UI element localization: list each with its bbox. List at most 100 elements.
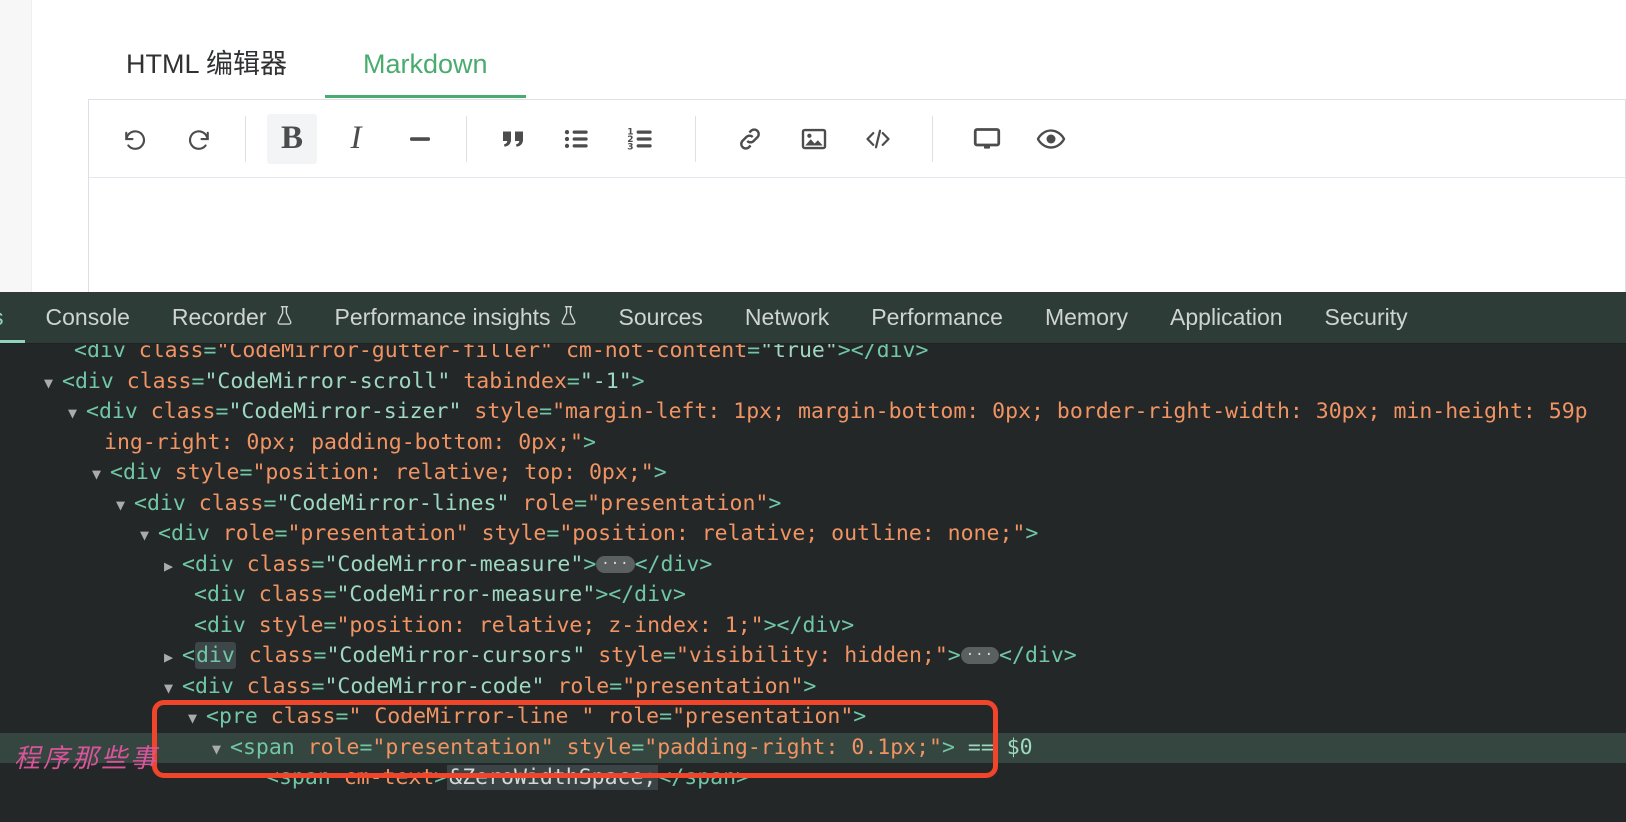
bold-icon[interactable]: B <box>267 114 317 164</box>
dom-tree-line[interactable]: <span cm-text>&ZeroWidthSpace;</span> <box>0 763 1626 794</box>
dom-space <box>258 704 271 729</box>
dom-punctuation: > <box>673 582 686 607</box>
expand-triangle-down-icon[interactable]: ▼ <box>140 520 158 551</box>
devtools-dom-tree[interactable]: <div class="CodeMirror-gutter-filler" cm… <box>0 344 1626 822</box>
dom-attribute: class <box>271 704 336 729</box>
link-icon[interactable] <box>725 114 775 164</box>
dom-attribute-value: "-1" <box>580 369 632 394</box>
dom-tree-line[interactable]: ▼<pre class=" CodeMirror-line " role="pr… <box>0 702 1626 733</box>
expand-triangle-down-icon[interactable]: ▼ <box>44 368 62 399</box>
dom-space <box>545 674 558 699</box>
devtools-tab-memory[interactable]: Memory <box>1024 292 1149 344</box>
expand-triangle-down-icon[interactable]: ▼ <box>188 703 206 734</box>
dom-tree-line[interactable]: ▼<div class="CodeMirror-scroll" tabindex… <box>0 367 1626 398</box>
dom-punctuation: </ <box>999 643 1025 668</box>
dom-punctuation: > <box>1025 521 1038 546</box>
devtools-tab-performance-insights[interactable]: Performance insights <box>314 292 598 344</box>
dom-tree-line[interactable]: ▼<div role="presentation" style="positio… <box>0 519 1626 550</box>
expand-triangle-down-icon[interactable]: ▼ <box>164 673 182 704</box>
experimental-flask-icon <box>276 304 293 332</box>
dom-punctuation: > <box>764 613 777 638</box>
code-icon[interactable] <box>853 114 903 164</box>
collapsed-content-ellipsis[interactable]: ··· <box>961 647 999 664</box>
markdown-editor-body[interactable] <box>89 178 1625 291</box>
devtools-tab-elements[interactable]: s <box>0 292 25 344</box>
dom-tag-name: div <box>171 521 210 546</box>
dom-attribute: role <box>522 491 574 516</box>
tab-html-editor[interactable]: HTML 编辑器 <box>88 51 325 98</box>
dom-tree-line[interactable]: ▼<span role="presentation" style="paddin… <box>0 733 1626 764</box>
devtools-tab-performance[interactable]: Performance <box>850 292 1024 344</box>
dom-attribute-value: "CodeMirror-measure" <box>336 582 595 607</box>
redo-icon[interactable] <box>174 114 224 164</box>
horizontal-rule-icon[interactable] <box>395 114 445 164</box>
dom-punctuation: > <box>632 369 645 394</box>
blockquote-icon[interactable] <box>488 114 538 164</box>
dom-space <box>210 521 223 546</box>
dom-punctuation: </ <box>777 613 803 638</box>
dom-tag-name: div <box>123 460 162 485</box>
devtools-tab-network[interactable]: Network <box>724 292 850 344</box>
dom-attribute-value: "CodeMirror-cursors" <box>326 643 585 668</box>
dom-tree-line[interactable]: ing-right: 0px; padding-bottom: 0px;"> <box>0 428 1626 459</box>
dom-tree-line[interactable]: <div style="position: relative; z-index:… <box>0 611 1626 642</box>
dom-tag-name: div <box>802 613 841 638</box>
dom-punctuation: < <box>74 344 87 363</box>
tab-markdown[interactable]: Markdown <box>325 51 526 98</box>
expand-triangle-down-icon[interactable]: ▼ <box>68 398 86 429</box>
collapsed-content-ellipsis[interactable]: ··· <box>596 556 634 573</box>
dom-punctuation: > <box>838 344 851 363</box>
expand-triangle-down-icon[interactable]: ▼ <box>92 459 110 490</box>
editor-tabs: HTML 编辑器Markdown <box>88 26 526 98</box>
dom-space <box>509 491 522 516</box>
dom-tree-line[interactable]: <div class="CodeMirror-measure"></div> <box>0 580 1626 611</box>
dom-attribute: "padding-right: 0.1px;" <box>644 735 942 760</box>
dom-punctuation: > <box>583 552 596 577</box>
expand-triangle-down-icon[interactable]: ▼ <box>116 490 134 521</box>
expand-triangle-down-icon[interactable]: ▼ <box>212 734 230 765</box>
dom-tree-line[interactable]: ▶<div class="CodeMirror-measure">···</di… <box>0 550 1626 581</box>
dom-punctuation: = <box>546 521 559 546</box>
dom-attribute-value: "true" <box>760 344 838 363</box>
dom-tree-line[interactable]: ▼<div class="CodeMirror-lines" role="pre… <box>0 489 1626 520</box>
italic-icon[interactable]: I <box>331 114 381 164</box>
devtools-tab-security[interactable]: Security <box>1304 292 1429 344</box>
dom-tree-line[interactable]: ▶<div class="CodeMirror-cursors" style="… <box>0 641 1626 672</box>
dom-punctuation: = <box>747 344 760 363</box>
dom-space <box>585 643 598 668</box>
dom-punctuation: = <box>659 704 672 729</box>
experimental-flask-icon <box>560 304 577 332</box>
image-icon[interactable] <box>789 114 839 164</box>
unordered-list-icon[interactable] <box>552 114 602 164</box>
dom-tree-line[interactable]: <div class="CodeMirror-gutter-filler" cm… <box>0 344 1626 367</box>
dom-attribute: style <box>598 643 663 668</box>
devtools-tabbar: sConsoleRecorderPerformance insightsSour… <box>0 292 1626 344</box>
expand-triangle-right-icon[interactable]: ▶ <box>164 551 182 582</box>
dom-space <box>553 344 566 363</box>
dom-attribute: class <box>139 344 204 363</box>
dom-punctuation: = <box>631 735 644 760</box>
dom-tree-line[interactable]: ▼<div class="CodeMirror-sizer" style="ma… <box>0 397 1626 428</box>
selected-element-marker: == $0 <box>968 735 1033 760</box>
expand-triangle-right-icon[interactable]: ▶ <box>164 642 182 673</box>
dom-attribute: "presentation" <box>672 704 853 729</box>
undo-icon[interactable] <box>110 114 160 164</box>
dom-tree-line[interactable]: ▼<div class="CodeMirror-code" role="pres… <box>0 672 1626 703</box>
devtools-tab-label: Network <box>745 304 829 331</box>
dom-attribute: class <box>127 369 192 394</box>
dom-attribute: "margin-left: 1px; margin-bottom: 0px; b… <box>552 399 1588 424</box>
dom-space <box>955 735 968 760</box>
dom-attribute: cm-text <box>344 765 435 790</box>
screenshot-root: HTML 编辑器Markdown BI123 sConsoleRecorderP… <box>0 0 1626 822</box>
dom-punctuation: </ <box>658 765 684 790</box>
fullscreen-monitor-icon[interactable] <box>962 114 1012 164</box>
preview-eye-icon[interactable] <box>1026 114 1076 164</box>
ordered-list-icon[interactable]: 123 <box>616 114 666 164</box>
devtools-tab-recorder[interactable]: Recorder <box>151 292 314 344</box>
devtools-tab-application[interactable]: Application <box>1149 292 1304 344</box>
dom-attribute: role <box>308 735 360 760</box>
devtools-tab-sources[interactable]: Sources <box>598 292 724 344</box>
dom-space <box>236 643 249 668</box>
dom-tree-line[interactable]: ▼<div style="position: relative; top: 0p… <box>0 458 1626 489</box>
devtools-tab-console[interactable]: Console <box>25 292 151 344</box>
